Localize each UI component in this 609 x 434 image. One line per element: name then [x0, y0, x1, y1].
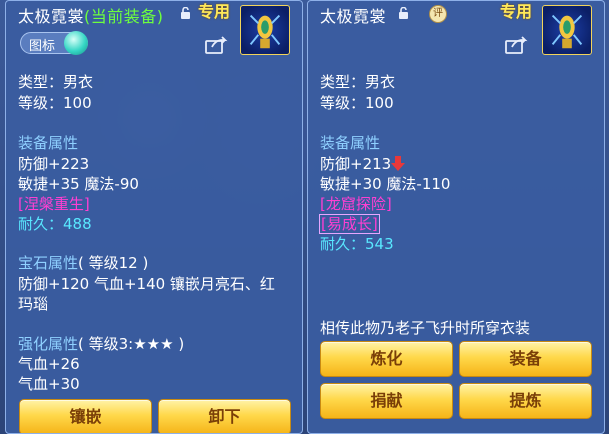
- extract-button[interactable]: 提炼: [459, 383, 592, 419]
- attr-header: 装备属性: [320, 134, 381, 152]
- inlay-button[interactable]: 镶嵌: [19, 399, 152, 433]
- item-name: 太极霓裳(当前装备): [18, 7, 164, 26]
- gem-level: ( 等级12 ): [78, 254, 149, 272]
- equipment-icon[interactable]: [542, 5, 592, 55]
- growth-effect: [易成长]: [319, 213, 380, 234]
- lock-icon[interactable]: [398, 7, 410, 19]
- agility-magic-line: 敏捷+30 魔法-110: [320, 175, 451, 193]
- attr-header: 装备属性: [18, 134, 79, 152]
- lock-icon[interactable]: [180, 7, 192, 19]
- gem-header: 宝石属性: [18, 254, 79, 272]
- level-line: 等级：100: [320, 94, 394, 112]
- durability-line: 耐久：543: [320, 235, 394, 253]
- growth-label: [易成长]: [319, 214, 380, 234]
- type-line: 类型：男衣: [18, 73, 94, 91]
- tag-label: 图标: [29, 39, 56, 54]
- compare-equipment-panel: 太极霓裳 评 专用 类型：男衣 等级：100 装备属性 防御+213 敏捷+30…: [307, 0, 605, 434]
- tag-toggle-button[interactable]: 图标: [20, 31, 88, 55]
- enhance-line-1: 气血+26: [18, 355, 80, 373]
- enhance-header: 强化属性: [18, 335, 79, 353]
- exclusive-badge: 专用: [500, 2, 533, 21]
- down-arrow-icon: [391, 156, 406, 171]
- enhance-level: ( 等级3:★★★ ): [78, 335, 185, 353]
- unequip-button[interactable]: 卸下: [158, 399, 291, 433]
- durability-line: 耐久：488: [18, 215, 92, 233]
- current-equipment-panel: 太极霓裳(当前装备) 专用 图标 类型：男衣 等级：100 装备属性 防御+22…: [5, 0, 303, 434]
- gem-header-line: 宝石属性( 等级12 ): [18, 252, 148, 273]
- tag-orb-icon: [64, 31, 88, 55]
- defense-line: 防御+223: [18, 155, 90, 173]
- item-name: 太极霓裳: [320, 7, 387, 26]
- defense-line: 防御+213: [320, 153, 406, 174]
- refine-button[interactable]: 炼化: [320, 341, 453, 377]
- gem-line-1: 防御+120 气血+140 镶嵌月亮石、红: [18, 275, 275, 293]
- exclusive-badge: 专用: [198, 2, 231, 21]
- equipped-label: (当前装备): [84, 7, 164, 26]
- share-icon[interactable]: [504, 35, 528, 55]
- donate-button[interactable]: 捐献: [320, 383, 453, 419]
- item-description: 相传此物乃老子飞升时所穿衣装: [320, 319, 531, 337]
- agility-magic-line: 敏捷+35 魔法-90: [18, 175, 139, 193]
- special-effect: [龙窟探险]: [320, 195, 392, 213]
- type-line: 类型：男衣: [320, 73, 396, 91]
- equip-button[interactable]: 装备: [459, 341, 592, 377]
- share-icon[interactable]: [204, 35, 228, 55]
- equipment-icon[interactable]: [240, 5, 290, 55]
- appraise-icon[interactable]: 评: [429, 5, 447, 23]
- gem-line-2: 玛瑙: [18, 295, 49, 313]
- defense-value: 防御+213: [320, 155, 392, 173]
- enhance-line-2: 气血+30: [18, 375, 80, 393]
- level-line: 等级：100: [18, 94, 92, 112]
- enhance-header-line: 强化属性( 等级3:★★★ ): [18, 333, 184, 354]
- special-effect: [涅槃重生]: [18, 195, 90, 213]
